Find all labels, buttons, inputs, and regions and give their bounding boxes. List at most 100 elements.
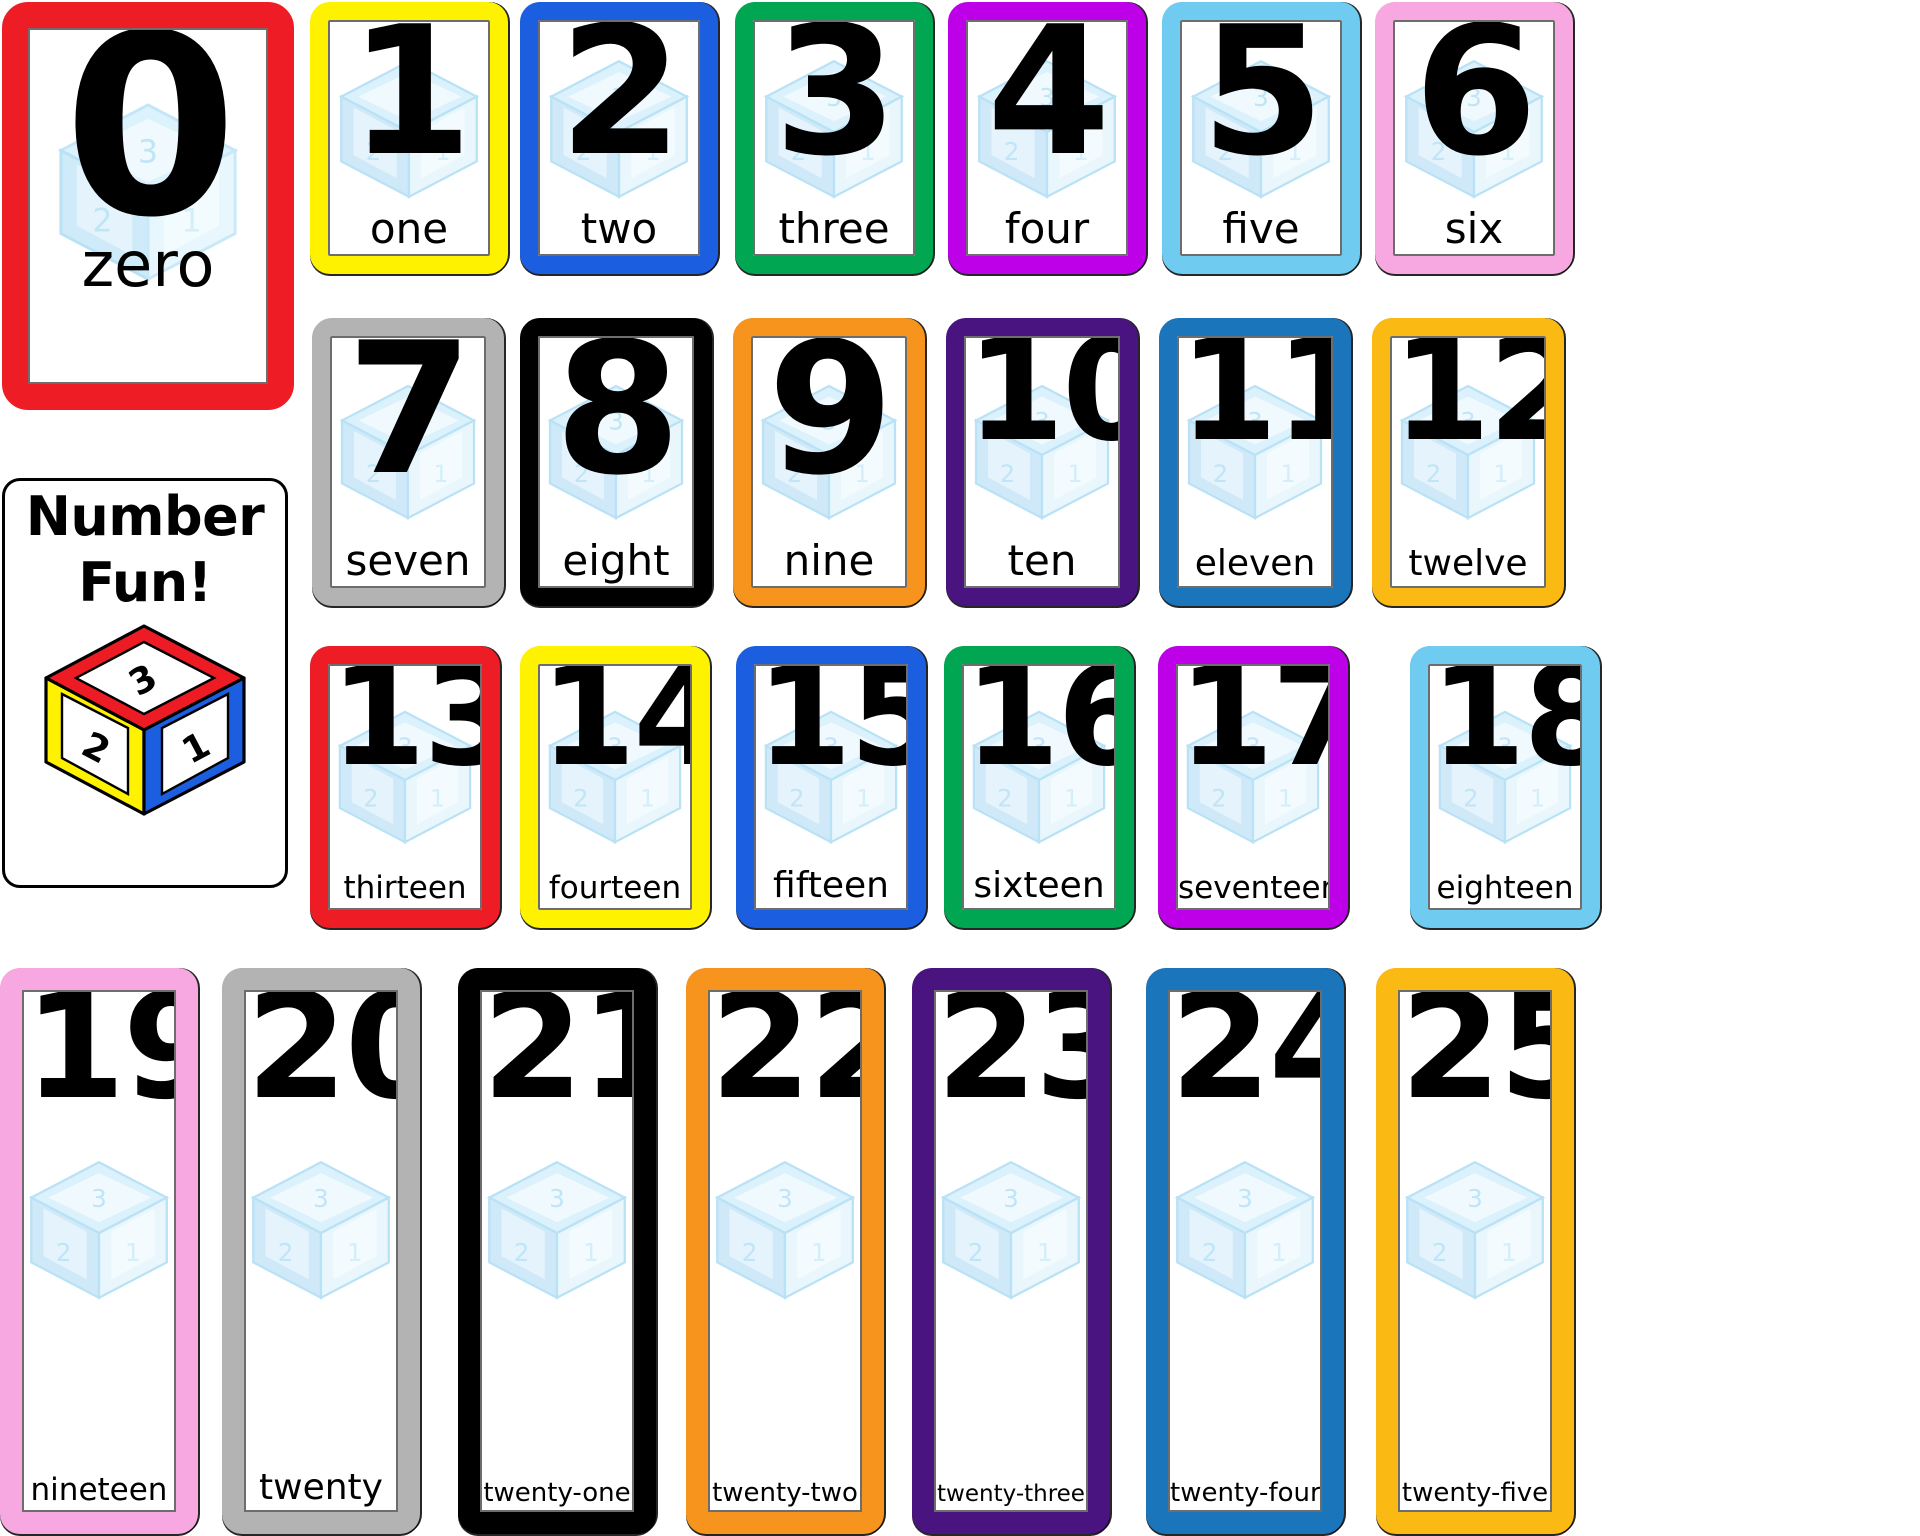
card-word: fourteen xyxy=(548,870,682,906)
svg-text:1: 1 xyxy=(125,1238,141,1267)
card-word: seventeen xyxy=(1178,870,1330,906)
card-digit: 5 xyxy=(1200,20,1325,195)
title-card[interactable]: Number Fun! 3 2 1 xyxy=(2,478,288,888)
flashcard-two[interactable]: 3 2 1 2 two xyxy=(520,2,718,274)
card-digit: 17 xyxy=(1178,664,1328,797)
flashcard-sixteen[interactable]: 32116sixteen xyxy=(944,646,1134,928)
card-word: twenty-two xyxy=(712,1478,858,1508)
svg-text:3: 3 xyxy=(91,1184,107,1213)
card-digit: 3 xyxy=(773,20,898,195)
card-digit: 9 xyxy=(767,336,895,515)
card-word: ten xyxy=(1007,536,1077,585)
flashcard-one[interactable]: 3 2 1 1 one xyxy=(310,2,508,274)
flashcard-ten[interactable]: 32110ten xyxy=(946,318,1138,606)
flashcard-seventeen[interactable]: 32117seventeen xyxy=(1158,646,1348,928)
svg-text:3: 3 xyxy=(1467,1184,1483,1213)
card-word: six xyxy=(1444,204,1504,253)
flashcard-six[interactable]: 3 2 1 6 six xyxy=(1375,2,1573,274)
card-digit: 7 xyxy=(346,336,474,515)
svg-text:3: 3 xyxy=(1003,1184,1019,1213)
flashcard-twenty[interactable]: 32 1 20 twenty xyxy=(222,968,420,1534)
card-frame: 3 2 1 8 eight xyxy=(538,336,694,588)
flashcard-twenty-five[interactable]: 32 1 25 twenty-five xyxy=(1376,968,1574,1534)
flashcard-eleven[interactable]: 32111eleven xyxy=(1159,318,1351,606)
card-word: fifteen xyxy=(773,865,889,906)
card-digit: 23 xyxy=(936,990,1086,1132)
title-line-2: Fun! xyxy=(78,551,212,615)
card-digit: 14 xyxy=(540,664,690,797)
card-word: nineteen xyxy=(30,1472,168,1508)
flashcard-fourteen[interactable]: 32114fourteen xyxy=(520,646,710,928)
card-digit: 25 xyxy=(1400,990,1550,1132)
card-frame: 32113thirteen xyxy=(328,664,482,910)
flashcard-twenty-four[interactable]: 32 1 24 twenty-four xyxy=(1146,968,1344,1534)
card-digit: 6 xyxy=(1413,20,1538,195)
card-frame: 3 2 1 1 one xyxy=(328,20,490,256)
card-word: three xyxy=(778,204,890,253)
flashcard-twenty-two[interactable]: 32 1 22 twenty-two xyxy=(686,968,884,1534)
svg-text:2: 2 xyxy=(742,1238,758,1267)
card-frame: 32121twenty-one xyxy=(480,990,634,1512)
flashcard-fifteen[interactable]: 32115fifteen xyxy=(736,646,926,928)
svg-text:2: 2 xyxy=(968,1238,984,1267)
card-digit: 22 xyxy=(710,990,860,1132)
card-word: one xyxy=(369,204,449,253)
card-frame: 3 2 1 5 five xyxy=(1180,20,1342,256)
card-word: two xyxy=(580,204,658,253)
card-frame: 3 2 1 0 zero xyxy=(28,28,268,384)
card-digit: 19 xyxy=(24,990,174,1132)
card-digit: 2 xyxy=(558,20,683,195)
card-frame: 32112twelve xyxy=(1390,336,1546,588)
svg-text:2: 2 xyxy=(1432,1238,1448,1267)
card-word: twenty xyxy=(259,1467,383,1508)
card-frame: 32115fifteen xyxy=(754,664,908,910)
card-frame: 3 2 1 7 seven xyxy=(330,336,486,588)
card-frame: 32 1 24 twenty-four xyxy=(1168,990,1322,1512)
card-digit: 15 xyxy=(756,664,906,797)
card-digit: 4 xyxy=(986,20,1111,195)
card-digit: 18 xyxy=(1430,664,1580,797)
card-word: twenty-one xyxy=(483,1478,631,1508)
card-frame: 32 1 20 twenty xyxy=(244,990,398,1512)
card-frame: 3 2 1 9 nine xyxy=(751,336,907,588)
card-frame: 3 2 1 6 six xyxy=(1393,20,1555,256)
card-digit: 11 xyxy=(1179,336,1331,473)
alphabet-block-icon: 3 2 1 xyxy=(44,624,246,816)
flashcard-twenty-one[interactable]: 32121twenty-one xyxy=(458,968,656,1534)
flashcard-five[interactable]: 3 2 1 5 five xyxy=(1162,2,1360,274)
svg-text:2: 2 xyxy=(1202,1238,1218,1267)
card-digit: 16 xyxy=(964,664,1114,797)
card-frame: 3 2 1 4 four xyxy=(966,20,1128,256)
card-word: nine xyxy=(783,536,875,585)
card-frame: 3 2 1 3 three xyxy=(753,20,915,256)
flashcard-four[interactable]: 3 2 1 4 four xyxy=(948,2,1146,274)
flashcard-zero[interactable]: 3 2 1 0 zero xyxy=(2,2,294,410)
card-word: twenty-three xyxy=(937,1481,1085,1507)
flashcard-nineteen[interactable]: 32 1 19 nineteen xyxy=(0,968,198,1534)
flashcard-thirteen[interactable]: 32113thirteen xyxy=(310,646,500,928)
card-digit: 13 xyxy=(330,664,480,797)
card-frame: 32117seventeen xyxy=(1176,664,1330,910)
flashcard-seven[interactable]: 3 2 1 7 seven xyxy=(312,318,504,606)
card-digit: 20 xyxy=(246,990,396,1132)
flashcard-eight[interactable]: 3 2 1 8 eight xyxy=(520,318,712,606)
card-word: five xyxy=(1222,204,1300,253)
flashcard-twelve[interactable]: 32112twelve xyxy=(1372,318,1564,606)
svg-text:1: 1 xyxy=(811,1238,827,1267)
flashcard-nine[interactable]: 3 2 1 9 nine xyxy=(733,318,925,606)
card-frame: 32 1 22 twenty-two xyxy=(708,990,862,1512)
card-frame: 32118eighteen xyxy=(1428,664,1582,910)
card-word: zero xyxy=(81,228,215,301)
card-frame: 32 1 19 nineteen xyxy=(22,990,176,1512)
flashcard-twenty-three[interactable]: 32 1 23 twenty-three xyxy=(912,968,1110,1534)
card-digit: 24 xyxy=(1170,990,1320,1132)
flashcard-eighteen[interactable]: 32118eighteen xyxy=(1410,646,1600,928)
svg-text:3: 3 xyxy=(777,1184,793,1213)
card-word: four xyxy=(1004,204,1090,253)
flashcard-three[interactable]: 3 2 1 3 three xyxy=(735,2,933,274)
svg-text:3: 3 xyxy=(549,1184,565,1213)
card-digit: 0 xyxy=(63,28,238,272)
svg-text:1: 1 xyxy=(1271,1238,1287,1267)
card-word: thirteen xyxy=(343,870,467,906)
card-word: eleven xyxy=(1194,543,1316,584)
